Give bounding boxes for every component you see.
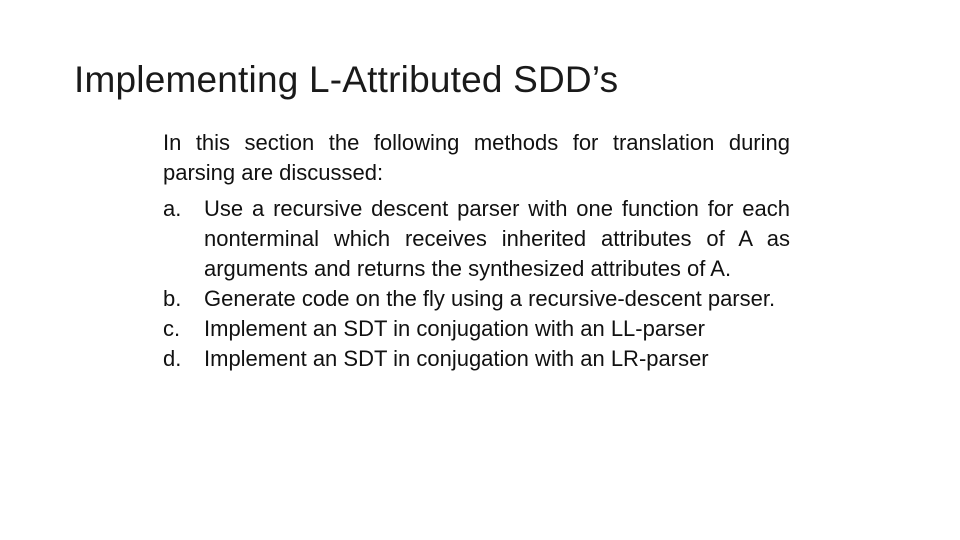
- slide-body: In this section the following methods fo…: [163, 128, 790, 374]
- list-item-text: Use a recursive descent parser with one …: [204, 196, 790, 281]
- list-item: b. Generate code on the fly using a recu…: [163, 284, 790, 314]
- list-item-text: Implement an SDT in conjugation with an …: [204, 346, 709, 371]
- list-item: c. Implement an SDT in conjugation with …: [163, 314, 790, 344]
- list-marker: c.: [163, 316, 181, 341]
- list-item: a. Use a recursive descent parser with o…: [163, 194, 790, 284]
- list-item-text: Implement an SDT in conjugation with an …: [204, 316, 705, 341]
- list-marker: b.: [163, 286, 182, 311]
- list-item: d. Implement an SDT in conjugation with …: [163, 344, 790, 374]
- list-item-text: Generate code on the fly using a recursi…: [204, 286, 776, 311]
- slide-title: Implementing L-Attributed SDD’s: [74, 59, 619, 100]
- slide: Implementing L-Attributed SDD’s In this …: [0, 0, 960, 540]
- intro-paragraph: In this section the following methods fo…: [163, 130, 790, 185]
- methods-list: a. Use a recursive descent parser with o…: [163, 194, 790, 374]
- list-marker: a.: [163, 196, 182, 221]
- list-marker: d.: [163, 346, 182, 371]
